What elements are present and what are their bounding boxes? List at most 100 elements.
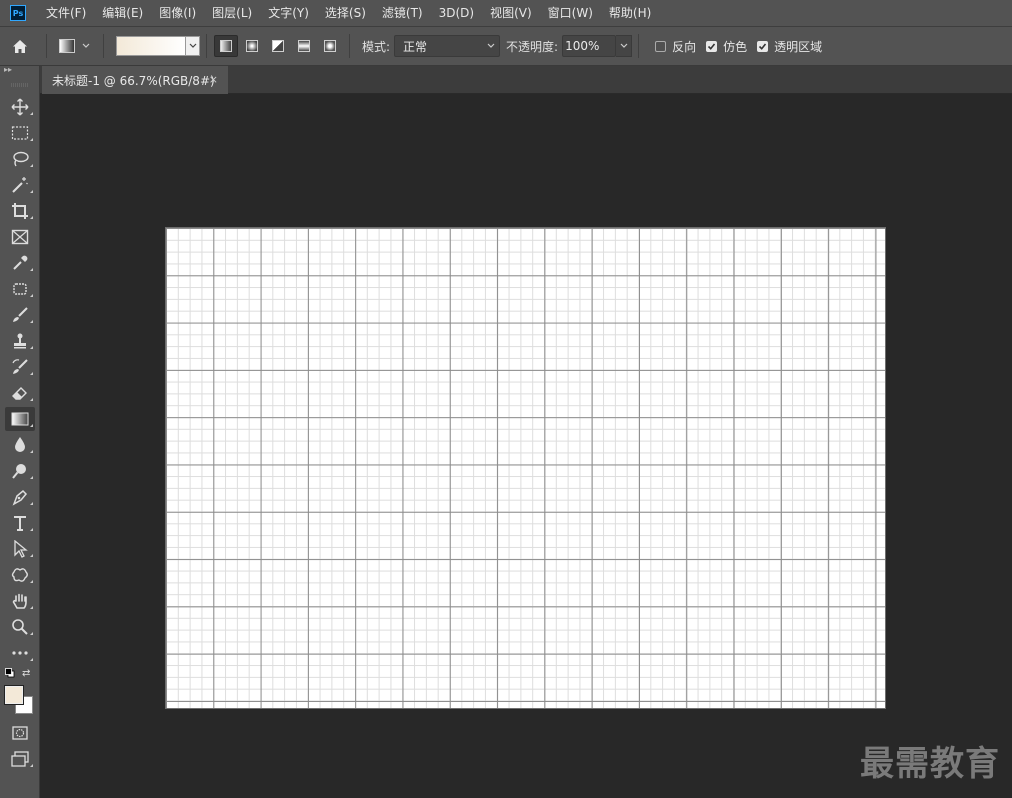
menu-type[interactable]: 文字(Y) (260, 0, 317, 26)
chevron-down-icon (189, 43, 196, 48)
hand-tool[interactable] (0, 588, 40, 614)
tool-preset-picker[interactable] (53, 39, 97, 53)
foreground-color[interactable] (4, 685, 24, 705)
move-icon (11, 98, 29, 116)
options-bar: 模式: 正常 不透明度: 100% 反向 仿色 透明区域 (0, 26, 1012, 66)
menu-layer[interactable]: 图层(L) (204, 0, 260, 26)
chevron-down-icon (620, 43, 628, 48)
gradient-picker[interactable] (116, 35, 200, 57)
collapse-panel-icon[interactable]: ▸▸ (0, 66, 39, 76)
path-selection-icon (14, 540, 28, 558)
menu-view[interactable]: 视图(V) (482, 0, 540, 26)
pen-icon (12, 489, 28, 506)
radial-gradient-button[interactable] (240, 35, 264, 57)
dither-checkbox[interactable]: 仿色 (706, 38, 747, 55)
checkbox-icon[interactable] (655, 40, 667, 52)
stamp-icon (14, 333, 26, 349)
dodge-icon (12, 464, 26, 479)
pen-tool[interactable] (0, 484, 40, 510)
lasso-tool[interactable] (0, 146, 40, 172)
document-tab-title: 未标题-1 @ 66.7%(RGB/8#) (52, 73, 215, 88)
more-icon (12, 651, 28, 655)
brush-icon (13, 307, 28, 322)
healing-brush-icon (13, 283, 27, 295)
close-icon[interactable]: × (209, 73, 218, 86)
dodge-tool[interactable] (0, 458, 40, 484)
watermark: 最需教育 (860, 744, 1000, 784)
marquee-tool[interactable] (0, 120, 40, 146)
menu-window[interactable]: 窗口(W) (540, 0, 601, 26)
checkbox-icon[interactable] (757, 40, 769, 52)
gradient-dropdown-button[interactable] (186, 36, 200, 56)
diamond-gradient-button[interactable] (318, 35, 342, 57)
document-tab[interactable]: 未标题-1 @ 66.7%(RGB/8#) × (42, 66, 228, 94)
eraser-tool[interactable] (0, 380, 40, 406)
crop-tool[interactable] (0, 198, 40, 224)
gradient-tool[interactable] (0, 406, 40, 432)
reflected-gradient-icon (298, 40, 310, 52)
separator (46, 34, 47, 58)
eraser-icon (12, 387, 27, 400)
healing-brush-tool[interactable] (0, 276, 40, 302)
separator (206, 34, 207, 58)
panel-grip[interactable] (0, 76, 39, 94)
gradient-preview[interactable] (116, 36, 186, 56)
menu-file[interactable]: 文件(F) (38, 0, 94, 26)
dither-label: 仿色 (723, 39, 748, 54)
path-selection-tool[interactable] (0, 536, 40, 562)
blur-tool[interactable] (0, 432, 40, 458)
menu-select[interactable]: 选择(S) (317, 0, 374, 26)
document-tab-bar: 未标题-1 @ 66.7%(RGB/8#) × (40, 66, 1012, 94)
default-colors-icon[interactable] (5, 668, 15, 678)
quick-mask-icon (12, 726, 28, 740)
frame-icon (11, 229, 29, 245)
menu-filter[interactable]: 滤镜(T) (374, 0, 431, 26)
mode-select[interactable]: 正常 (394, 35, 501, 57)
history-brush-tool[interactable] (0, 354, 40, 380)
mode-label: 模式: (362, 39, 391, 54)
reverse-checkbox[interactable]: 反向 (655, 38, 696, 55)
hand-icon (12, 593, 27, 609)
quick-mask-button[interactable] (0, 720, 40, 746)
menu-3d[interactable]: 3D(D) (431, 0, 482, 26)
magic-wand-tool[interactable] (0, 172, 40, 198)
color-swatches: ⇄ (4, 668, 38, 716)
linear-gradient-button[interactable] (214, 35, 238, 57)
rectangular-marquee-icon (11, 126, 29, 140)
eyedropper-tool[interactable] (0, 250, 40, 276)
reflected-gradient-button[interactable] (292, 35, 316, 57)
separator (349, 34, 350, 58)
angle-gradient-button[interactable] (266, 35, 290, 57)
shape-tool[interactable] (0, 562, 40, 588)
clone-stamp-tool[interactable] (0, 328, 40, 354)
diamond-gradient-icon (324, 40, 336, 52)
opacity-slider-button[interactable] (616, 35, 633, 57)
home-icon[interactable] (0, 31, 40, 61)
document-canvas[interactable] (165, 227, 886, 709)
photoshop-logo-icon: Ps (10, 5, 26, 21)
more-tools[interactable] (0, 640, 40, 666)
type-icon (14, 516, 26, 531)
screen-mode-button[interactable] (0, 746, 40, 772)
menu-image[interactable]: 图像(I) (151, 0, 204, 26)
transparency-checkbox[interactable]: 透明区域 (757, 38, 822, 55)
opacity-input[interactable]: 100% (562, 35, 617, 57)
opacity-value: 100% (565, 39, 600, 53)
opacity-label: 不透明度: (506, 39, 559, 54)
checkbox-icon[interactable] (706, 40, 718, 52)
tools-panel: ▸▸ ⇄ (0, 66, 40, 798)
swap-colors-icon[interactable]: ⇄ (22, 668, 30, 679)
frame-tool[interactable] (0, 224, 40, 250)
chevron-down-icon (487, 43, 495, 48)
menu-bar: Ps 文件(F) 编辑(E) 图像(I) 图层(L) 文字(Y) 选择(S) 滤… (0, 0, 1012, 26)
gradient-tool-preset-icon (59, 39, 75, 53)
menu-edit[interactable]: 编辑(E) (94, 0, 151, 26)
chevron-down-icon (82, 43, 90, 48)
brush-tool[interactable] (0, 302, 40, 328)
move-tool[interactable] (0, 94, 40, 120)
type-tool[interactable] (0, 510, 40, 536)
zoom-tool[interactable] (0, 614, 40, 640)
workspace (40, 94, 1012, 798)
reverse-label: 反向 (672, 39, 697, 54)
menu-help[interactable]: 帮助(H) (601, 0, 659, 26)
